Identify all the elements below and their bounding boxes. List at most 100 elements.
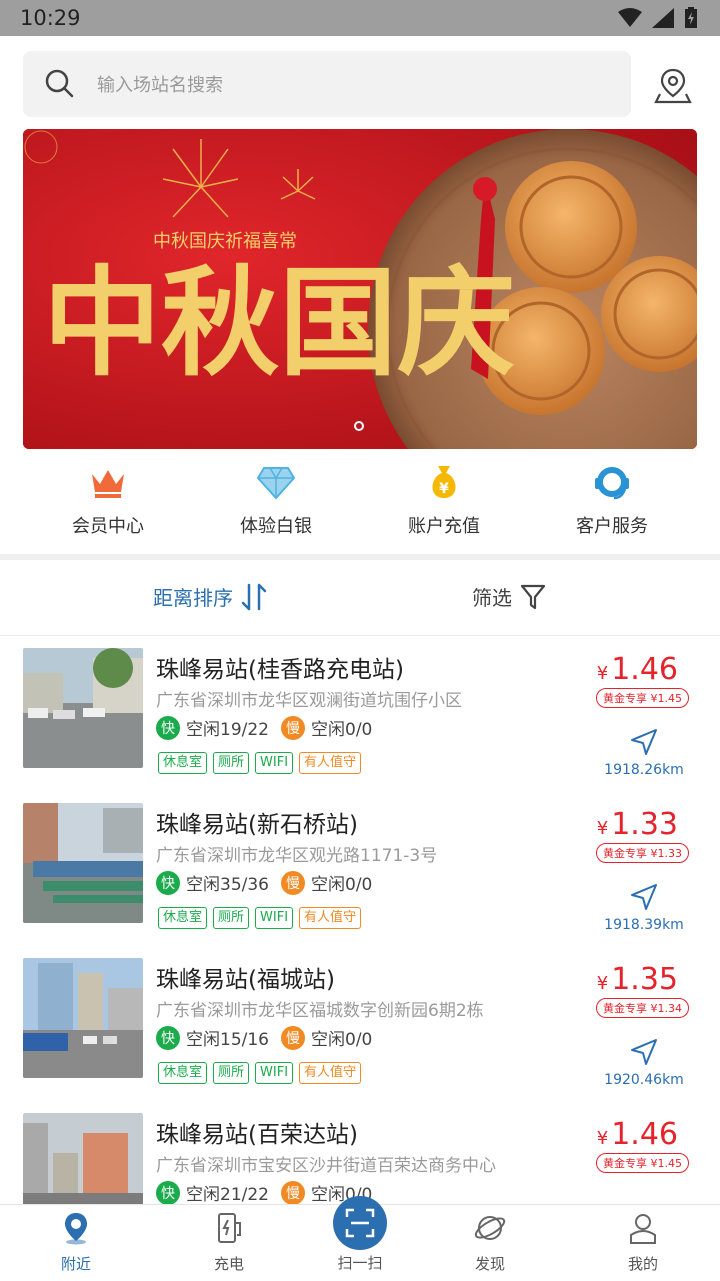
tag-staffed: 有人值守 (299, 907, 362, 929)
banner-title: 中秋国庆 (43, 253, 515, 392)
promo-banner[interactable]: 中秋国庆 中秋国庆祈福喜常 (23, 129, 697, 449)
navigate-icon[interactable] (630, 883, 658, 911)
tag-toilet: 厕所 (213, 907, 250, 929)
station-item[interactable]: 珠峰易站(新石桥站) 广东省深圳市龙华区观光路1171-3号 快 空闲35/36… (0, 791, 720, 947)
slow-free-count: 空闲0/0 (311, 875, 373, 895)
banner-subtitle: 中秋国庆祈福喜常 (153, 231, 297, 252)
tag-wifi: WIFI (255, 752, 294, 774)
navigate-icon[interactable] (630, 1038, 658, 1066)
sort-arrows-icon (241, 583, 267, 610)
tab-charge-label: 充电 (213, 1255, 244, 1273)
station-tags: 休息室 厕所 WIFI 有人值守 (158, 907, 362, 929)
station-photo (23, 958, 143, 1078)
scan-label: 扫一扫 (337, 1254, 383, 1272)
signal-icon (652, 8, 674, 28)
station-availability: 快 空闲21/22 慢 空闲0/0 (156, 1180, 372, 1205)
crown-icon (92, 470, 124, 498)
station-availability: 快 空闲35/36 慢 空闲0/0 (156, 870, 372, 895)
station-distance: 1918.26km (604, 762, 684, 778)
charging-pile-icon (218, 1213, 241, 1243)
station-item[interactable]: 珠峰易站(福城站) 广东省深圳市龙华区福城数字创新园6期2栋 快 空闲15/16… (0, 946, 720, 1102)
station-name: 珠峰易站(百荣达站) (156, 1122, 358, 1148)
slow-free-count: 空闲0/0 (311, 720, 373, 740)
station-availability: 快 空闲15/16 慢 空闲0/0 (156, 1025, 372, 1050)
tag-lounge: 休息室 (158, 1062, 208, 1084)
station-availability: 快 空闲19/22 慢 空闲0/0 (156, 715, 372, 740)
tag-toilet: 厕所 (213, 752, 250, 774)
tab-mine[interactable]: 我的 (593, 1211, 693, 1274)
quick-menu: 会员中心 体验白银 ¥ 账户充值 客户服务 (0, 460, 720, 550)
fast-charge-badge: 快 (156, 715, 180, 740)
tab-discover[interactable]: 发现 (440, 1211, 540, 1274)
tag-lounge: 休息室 (158, 752, 208, 774)
fast-free-count: 空闲21/22 (186, 1185, 269, 1205)
station-price: ¥1.33 (596, 807, 678, 842)
filter-button[interactable]: 筛选 (472, 582, 546, 611)
status-bar: 10:29 (0, 0, 720, 36)
wifi-icon (618, 8, 642, 27)
map-location-button[interactable] (652, 64, 694, 106)
location-pin-icon (65, 1213, 87, 1245)
fast-charge-badge: 快 (156, 870, 180, 895)
station-distance: 1918.39km (604, 917, 684, 933)
sort-bar: 距离排序 筛选 (0, 560, 720, 636)
silver-trial-label: 体验白银 (240, 516, 312, 537)
map-pin-icon (654, 68, 692, 104)
tag-lounge: 休息室 (158, 907, 208, 929)
station-tags: 休息室 厕所 WIFI 有人值守 (158, 752, 362, 774)
scan-button[interactable] (333, 1196, 387, 1250)
navigate-icon[interactable] (630, 728, 658, 756)
search-input[interactable] (95, 69, 599, 101)
customer-service-button[interactable]: 客户服务 (528, 460, 696, 538)
tab-mine-label: 我的 (627, 1255, 658, 1273)
account-recharge-label: 账户充值 (408, 516, 480, 537)
fast-free-count: 空闲35/36 (186, 875, 269, 895)
fast-charge-badge: 快 (156, 1025, 180, 1050)
station-item[interactable]: 珠峰易站(桂香路充电站) 广东省深圳市龙华区观澜街道坑围仔小区 快 空闲19/2… (0, 636, 720, 792)
planet-icon (474, 1216, 506, 1240)
slow-charge-badge: 慢 (281, 1025, 305, 1050)
tab-nearby[interactable]: 附近 (26, 1211, 126, 1274)
station-price: ¥1.35 (596, 962, 678, 997)
station-address: 广东省深圳市龙华区观光路1171-3号 (156, 846, 438, 866)
money-bag-icon: ¥ (432, 466, 456, 498)
station-photo (23, 648, 143, 768)
tag-toilet: 厕所 (213, 1062, 250, 1084)
slow-charge-badge: 慢 (281, 870, 305, 895)
station-name: 珠峰易站(桂香路充电站) (156, 657, 404, 683)
tab-nearby-label: 附近 (60, 1255, 91, 1273)
fast-charge-badge: 快 (156, 1180, 180, 1205)
search-box[interactable] (23, 51, 631, 117)
tab-discover-label: 发现 (474, 1255, 505, 1273)
tag-wifi: WIFI (255, 907, 294, 929)
station-address: 广东省深圳市龙华区福城数字创新园6期2栋 (156, 1001, 484, 1021)
slow-free-count: 空闲0/0 (311, 1030, 373, 1050)
user-icon (630, 1214, 656, 1244)
gold-member-price: 黄金专享 ¥1.34 (596, 998, 689, 1018)
battery-icon (685, 7, 697, 28)
diamond-icon (256, 467, 296, 500)
status-time: 10:29 (20, 6, 81, 30)
station-name: 珠峰易站(福城站) (156, 967, 335, 993)
slow-charge-badge: 慢 (281, 1180, 305, 1205)
filter-icon (520, 584, 546, 609)
svg-text:¥: ¥ (439, 481, 449, 497)
search-bar (0, 36, 720, 128)
account-recharge-button[interactable]: ¥ 账户充值 (360, 460, 528, 538)
tag-staffed: 有人值守 (299, 752, 362, 774)
headset-icon (595, 467, 629, 500)
fast-free-count: 空闲19/22 (186, 720, 269, 740)
slow-charge-badge: 慢 (281, 715, 305, 740)
customer-service-label: 客户服务 (576, 516, 648, 537)
fast-free-count: 空闲15/16 (186, 1030, 269, 1050)
member-center-button[interactable]: 会员中心 (24, 460, 192, 538)
silver-trial-button[interactable]: 体验白银 (192, 460, 360, 538)
gold-member-price: 黄金专享 ¥1.45 (596, 688, 689, 708)
banner-artwork: 中秋国庆 中秋国庆祈福喜常 (23, 129, 697, 449)
tab-charge[interactable]: 充电 (179, 1211, 279, 1274)
station-price: ¥1.46 (596, 1117, 678, 1152)
member-center-label: 会员中心 (72, 516, 144, 537)
station-tags: 休息室 厕所 WIFI 有人值守 (158, 1062, 362, 1084)
distance-sort-button[interactable]: 距离排序 (153, 582, 267, 611)
gold-member-price: 黄金专享 ¥1.45 (596, 1153, 689, 1173)
